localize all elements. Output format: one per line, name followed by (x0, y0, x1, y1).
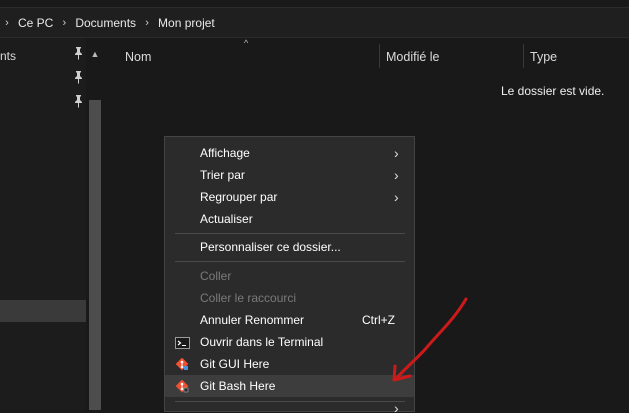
terminal-icon (175, 335, 190, 349)
nav-item-selected[interactable] (0, 300, 86, 322)
context-menu: Affichage › Trier par › Regrouper par › … (164, 136, 415, 413)
menu-item-personnaliser[interactable]: Personnaliser ce dossier... (165, 236, 414, 258)
menu-item-coller[interactable]: Coller (165, 265, 414, 287)
pin-icon (72, 70, 84, 90)
menu-item-label: Regrouper par (200, 190, 278, 204)
menu-separator (175, 261, 405, 262)
menu-item-label: Coller (200, 269, 232, 283)
menu-item-label: Git Bash Here (200, 379, 276, 393)
breadcrumb-item-documents[interactable]: Documents (71, 16, 140, 30)
menu-item-annuler-renommer[interactable]: Annuler Renommer Ctrl+Z (165, 309, 414, 331)
menu-item-regrouper-par[interactable]: Regrouper par › (165, 186, 414, 208)
menu-item-git-bash[interactable]: Git Bash Here (165, 375, 414, 397)
menu-item-shortcut: Ctrl+Z (362, 313, 395, 327)
menu-item-label: Git GUI Here (200, 357, 270, 371)
chevron-right-icon: › (394, 167, 399, 183)
chevron-right-icon: › (394, 145, 399, 161)
git-bash-icon (175, 379, 190, 393)
empty-folder-message: Le dossier est vide. (501, 84, 605, 98)
breadcrumb-item-mon-projet[interactable]: Mon projet (154, 16, 219, 30)
breadcrumb-separator-icon[interactable]: › (57, 17, 71, 29)
nav-item-pinned[interactable] (0, 70, 86, 90)
menu-item-coller-raccourci[interactable]: Coller le raccourci (165, 287, 414, 309)
sort-ascending-icon: ^ (244, 38, 249, 48)
nav-item-quick-access[interactable]: nts (0, 46, 86, 66)
menu-item-label: Actualiser (200, 212, 253, 226)
menu-item-trier-par[interactable]: Trier par › (165, 164, 414, 186)
chevron-right-icon: › (394, 403, 399, 413)
chevron-right-icon: › (394, 189, 399, 205)
pin-icon (72, 94, 84, 114)
pin-icon (72, 46, 84, 66)
nav-item-label: nts (0, 49, 17, 63)
menu-item-label: Coller le raccourci (200, 291, 297, 305)
menu-item-label: Ouvrir dans le Terminal (200, 335, 324, 349)
column-header-modified[interactable]: Modifié le (386, 46, 440, 68)
scroll-up-icon[interactable]: ▲ (89, 48, 101, 60)
breadcrumb: › Ce PC › Documents › Mon projet (0, 8, 219, 37)
column-divider[interactable] (523, 44, 524, 68)
nav-item-pinned[interactable] (0, 94, 86, 114)
menu-item-label: Affichage (200, 146, 250, 160)
menu-item-git-gui[interactable]: Git GUI Here (165, 353, 414, 375)
navigation-pane: nts ▲ (0, 38, 104, 410)
menu-item-ouvrir-terminal[interactable]: Ouvrir dans le Terminal (165, 331, 414, 353)
menu-item-label: Personnaliser ce dossier... (200, 240, 341, 254)
column-divider[interactable] (379, 44, 380, 68)
column-header-type[interactable]: Type (530, 46, 557, 68)
menu-item-label: Annuler Renommer (200, 313, 305, 327)
menu-separator (175, 401, 405, 402)
menu-item-more[interactable]: › (165, 403, 414, 413)
git-gui-icon (175, 357, 190, 371)
menu-item-actualiser[interactable]: Actualiser (165, 208, 414, 230)
breadcrumb-separator-icon[interactable]: › (140, 17, 154, 29)
breadcrumb-item-ce-pc[interactable]: Ce PC (14, 16, 57, 30)
menu-separator (175, 233, 405, 234)
address-bar[interactable]: › Ce PC › Documents › Mon projet (0, 7, 629, 38)
column-header-name[interactable]: Nom (125, 46, 151, 68)
breadcrumb-separator-icon[interactable]: › (0, 17, 14, 29)
menu-item-affichage[interactable]: Affichage › (165, 142, 414, 164)
nav-scrollbar-thumb[interactable] (89, 100, 101, 410)
menu-item-label: Trier par (200, 168, 245, 182)
